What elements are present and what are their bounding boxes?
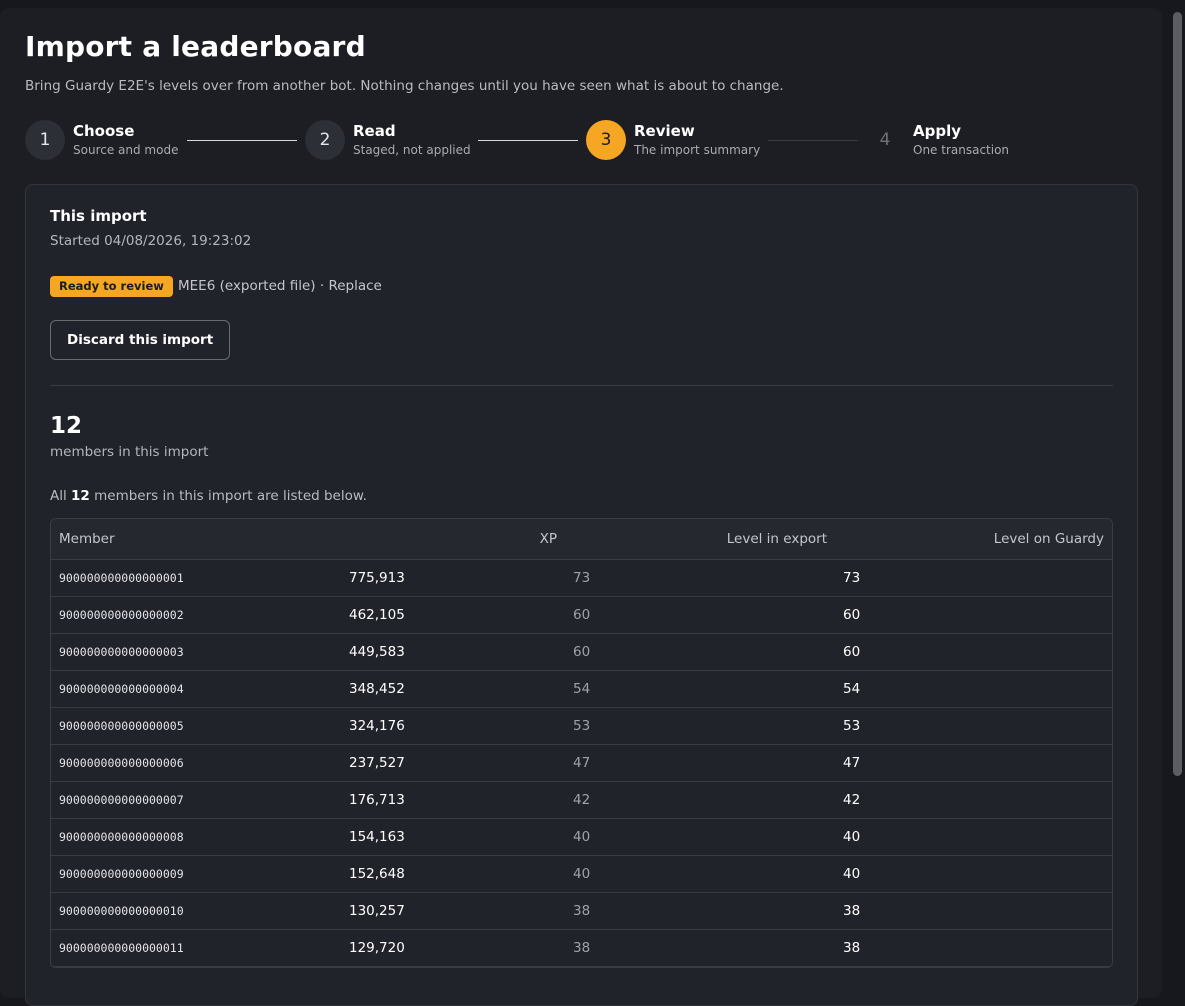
table-row: 900000000000000006 237,527 47 47 (51, 744, 1112, 782)
step-subtitle: Staged, not applied (353, 143, 471, 157)
step-title: Choose (73, 122, 135, 140)
xp-cell: 348,452 (341, 670, 565, 708)
step-subtitle: Source and mode (73, 143, 179, 157)
step-number: 2 (305, 120, 345, 160)
table-row: 900000000000000007 176,713 42 42 (51, 781, 1112, 819)
xp-cell: 130,257 (341, 892, 565, 930)
member-id-cell: 900000000000000005 (51, 707, 341, 745)
page-title: Import a leaderboard (25, 30, 366, 63)
step-connector (187, 140, 297, 141)
listed-note-count: 12 (71, 488, 90, 504)
step-apply: 4 Apply One transaction (865, 120, 1009, 160)
level-guardy-cell: 60 (835, 596, 1112, 634)
level-guardy-cell: 47 (835, 744, 1112, 782)
level-export-cell: 42 (565, 781, 835, 819)
column-header-xp: XP (341, 519, 565, 560)
member-id-cell: 900000000000000008 (51, 818, 341, 856)
level-export-cell: 47 (565, 744, 835, 782)
import-card: This import Started 04/08/2026, 19:23:02… (25, 184, 1138, 1006)
scrollbar-thumb[interactable] (1173, 12, 1182, 776)
xp-cell: 154,163 (341, 818, 565, 856)
page-subtitle: Bring Guardy E2E's levels over from anot… (25, 78, 784, 94)
level-export-cell: 38 (565, 892, 835, 930)
xp-cell: 324,176 (341, 707, 565, 745)
members-table: Member XP Level in export Level on Guard… (50, 518, 1113, 968)
table-header-row: Member XP Level in export Level on Guard… (51, 519, 1112, 560)
import-source: MEE6 (exported file) · Replace (178, 278, 382, 294)
column-header-member: Member (51, 519, 341, 560)
table-row: 900000000000000003 449,583 60 60 (51, 633, 1112, 671)
level-guardy-cell: 40 (835, 855, 1112, 893)
listed-note-prefix: All (50, 488, 72, 504)
level-guardy-cell: 53 (835, 707, 1112, 745)
member-id-cell: 900000000000000007 (51, 781, 341, 819)
member-id-cell: 900000000000000009 (51, 855, 341, 893)
table-row: 900000000000000001 775,913 73 73 (51, 559, 1112, 597)
member-count-label: members in this import (50, 444, 209, 460)
level-guardy-cell: 42 (835, 781, 1112, 819)
step-title: Apply (913, 122, 962, 140)
started-timestamp: Started 04/08/2026, 19:23:02 (50, 233, 252, 249)
listed-note-suffix: members in this import are listed below. (89, 488, 367, 504)
level-export-cell: 53 (565, 707, 835, 745)
column-header-level-export: Level in export (565, 519, 835, 560)
step-connector (768, 140, 858, 141)
level-export-cell: 60 (565, 633, 835, 671)
level-export-cell: 73 (565, 559, 835, 597)
xp-cell: 237,527 (341, 744, 565, 782)
table-row: 900000000000000002 462,105 60 60 (51, 596, 1112, 634)
xp-cell: 129,720 (341, 929, 565, 967)
level-guardy-cell: 38 (835, 892, 1112, 930)
table-row: 900000000000000005 324,176 53 53 (51, 707, 1112, 745)
step-number: 1 (25, 120, 65, 160)
level-export-cell: 40 (565, 818, 835, 856)
step-number: 4 (879, 130, 891, 150)
level-guardy-cell: 40 (835, 818, 1112, 856)
step-title: Read (353, 122, 396, 140)
member-id-cell: 900000000000000011 (51, 929, 341, 967)
step-choose[interactable]: 1 Choose Source and mode (25, 120, 178, 160)
step-title: Review (634, 122, 695, 140)
table-row: 900000000000000008 154,163 40 40 (51, 818, 1112, 856)
member-id-cell: 900000000000000004 (51, 670, 341, 708)
xp-cell: 176,713 (341, 781, 565, 819)
table-row: 900000000000000011 129,720 38 38 (51, 929, 1112, 967)
step-subtitle: One transaction (913, 143, 1010, 157)
divider (50, 385, 1113, 386)
level-export-cell: 54 (565, 670, 835, 708)
listed-note: All 12 members in this import are listed… (50, 488, 367, 504)
member-id-cell: 900000000000000001 (51, 559, 341, 597)
table-row: 900000000000000009 152,648 40 40 (51, 855, 1112, 893)
level-guardy-cell: 38 (835, 929, 1112, 967)
member-id-cell: 900000000000000003 (51, 633, 341, 671)
level-export-cell: 40 (565, 855, 835, 893)
stepper: 1 Choose Source and mode 2 Read Staged, … (25, 120, 1125, 162)
card-title: This import (50, 207, 147, 225)
table-row: 900000000000000004 348,452 54 54 (51, 670, 1112, 708)
xp-cell: 152,648 (341, 855, 565, 893)
column-header-level-guardy: Level on Guardy (835, 519, 1112, 560)
level-guardy-cell: 60 (835, 633, 1112, 671)
level-export-cell: 60 (565, 596, 835, 634)
status-badge: Ready to review (50, 276, 173, 297)
step-review[interactable]: 3 Review The import summary (586, 120, 760, 160)
level-guardy-cell: 73 (835, 559, 1112, 597)
discard-import-button[interactable]: Discard this import (50, 320, 231, 360)
table-row: 900000000000000010 130,257 38 38 (51, 892, 1112, 930)
step-read[interactable]: 2 Read Staged, not applied (305, 120, 471, 160)
member-id-cell: 900000000000000006 (51, 744, 341, 782)
level-export-cell: 38 (565, 929, 835, 967)
step-number-active: 3 (586, 120, 626, 160)
member-count: 12 (50, 413, 83, 439)
step-subtitle: The import summary (634, 143, 761, 157)
xp-cell: 449,583 (341, 633, 565, 671)
level-guardy-cell: 54 (835, 670, 1112, 708)
step-connector (478, 140, 578, 141)
xp-cell: 462,105 (341, 596, 565, 634)
member-id-cell: 900000000000000010 (51, 892, 341, 930)
xp-cell: 775,913 (341, 559, 565, 597)
member-id-cell: 900000000000000002 (51, 596, 341, 634)
